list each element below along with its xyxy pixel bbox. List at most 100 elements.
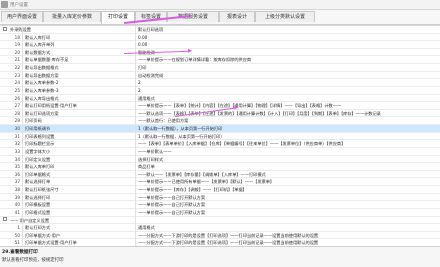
setting-value[interactable]: ——默认选项——【表格】【表单】【在途】【发票的】【通用计算计数】【计入】【打印… xyxy=(138,110,438,118)
setting-name: 默认入库单参数-3 xyxy=(25,87,59,93)
setting-value[interactable]: 通用格式 xyxy=(138,95,438,103)
setting-value[interactable]: 2 xyxy=(138,79,438,87)
setting-number: 23 xyxy=(14,72,20,78)
tab-batch-pricing[interactable]: 批量入库定价参数 xyxy=(43,11,101,22)
setting-row[interactable]: 23 默认导出数据方案 自动检测完成 xyxy=(0,72,440,80)
tab-parent-category-defaults[interactable]: 上级分类默认设置 xyxy=(255,11,315,22)
setting-row[interactable]: 19 默认入库开单列 0.00 xyxy=(0,41,440,49)
app-icon xyxy=(1,1,8,8)
setting-row[interactable]: 21 默认单据数量-库存不足 ——单价提示——在规划订单详情详看：按库存扣除的供应商 xyxy=(0,56,440,65)
setting-name: 打印单据格式 xyxy=(25,171,51,177)
setting-value[interactable]: ——单价提示——自己打开默认方案 xyxy=(138,201,438,209)
setting-number: 21 xyxy=(14,57,20,63)
setting-value[interactable]: ——单价提示——【库存】【调拨】——【打印机】【单据】 xyxy=(138,186,438,194)
setting-value[interactable]: 1（默认取一行数据），从本页第一行开始打印 xyxy=(138,125,438,133)
group-header-row[interactable]: 外采购设置 默认打印选项 xyxy=(0,26,440,34)
setting-row[interactable]: 24 默认入库单参数-2 2 xyxy=(0,79,440,87)
setting-number: 41 xyxy=(14,209,20,215)
setting-name: 默认打印方式 xyxy=(25,225,51,231)
setting-name: 打印格式设置 xyxy=(25,209,51,215)
column-separator xyxy=(135,25,136,246)
group-header-row[interactable]: —— 用户自定义设置 xyxy=(0,216,440,225)
setting-number: 29 xyxy=(14,118,20,124)
description-panel: 29.查看数据打印 默认查看打印预览，按规定打印 xyxy=(0,246,440,267)
setting-value[interactable]: ——【表单】【表单单价】【入库单据】【仓库】【单据编号】【往来单位】——【发票单… xyxy=(138,140,438,148)
setting-number: 20 xyxy=(14,49,20,55)
setting-row[interactable]: 1 默认打印方式 通用格式 xyxy=(0,224,440,232)
setting-row[interactable]: 40 打印模板设置 ——单价提示——自己打开默认方案 xyxy=(0,201,440,209)
setting-row[interactable]: 32 打印标题栏显示 ——【表单】【表单单价】【入库单据】【仓库】【单据编号】【往来… xyxy=(0,140,440,148)
setting-row[interactable]: 33 设置字体大小 ——单价默认—— xyxy=(0,148,440,156)
setting-number: 38 xyxy=(14,187,20,193)
setting-name: —— 用户自定义设置 xyxy=(10,217,50,223)
setting-number: 30 xyxy=(14,126,20,132)
setting-number: 35 xyxy=(14,164,20,170)
setting-value[interactable]: 0.00 xyxy=(138,34,438,42)
setting-name: 打印用纸调节 xyxy=(25,126,51,132)
setting-number: 32 xyxy=(14,141,20,147)
setting-value[interactable]: ——默认首行：已使用方案 xyxy=(138,117,438,125)
setting-number: 39 xyxy=(14,194,20,200)
setting-name: 设置字体大小 xyxy=(25,148,51,154)
setting-row[interactable]: 31 打印表格列设置 1（默认取一行数据，从本页第一行开始打印） xyxy=(0,133,440,141)
description-title: 29.查看数据打印 xyxy=(2,250,38,255)
setting-value[interactable]: 0.00 xyxy=(138,41,438,49)
setting-row[interactable]: 37 默认选择打单 ——单价提示——已使用所有单据——【发票单】【默认】——【发票单… xyxy=(0,178,440,187)
description-body: 默认查看打印预览，按规定打印 xyxy=(2,258,64,263)
setting-row[interactable]: 18 默认入库打印 0.00 xyxy=(0,34,440,42)
setting-value[interactable]: 自动检测完成 xyxy=(138,72,438,80)
setting-row[interactable]: 34 打印定义设置 选择打印样式 xyxy=(0,156,440,164)
setting-value[interactable]: 商品打单 xyxy=(138,163,438,171)
setting-number: 19 xyxy=(14,42,20,48)
setting-name: 默认导出数据格式 xyxy=(25,65,59,71)
setting-value[interactable]: ——默认——【发票单】【库存量】【调拨单】【入库单】——打印模式 xyxy=(138,171,438,179)
setting-number: 31 xyxy=(14,133,20,139)
setting-row[interactable]: 39 默认选择打印 ——单价提示——自己打开默认方案 xyxy=(0,194,440,202)
collapse-toggle-icon[interactable] xyxy=(3,26,7,31)
setting-name: 默认打印选项方案 xyxy=(25,110,59,116)
setting-name: 默认单据数量-库存不足 xyxy=(25,57,69,63)
setting-value[interactable]: ——单价提示——【表单】【统计】【内容】【在途】【通用计算】【物理】【详情】——… xyxy=(138,102,438,110)
setting-number: 37 xyxy=(14,179,20,185)
setting-name: 打印表格列设置 xyxy=(25,133,55,139)
setting-value[interactable]: ——单价提示——自己打开默认方案 xyxy=(138,194,438,202)
setting-name: 默认打印纸张尺寸 xyxy=(25,187,59,193)
setting-number: 27 xyxy=(14,103,20,109)
setting-name: 默认打印用纸设置-用户打单 xyxy=(25,103,77,109)
setting-value[interactable]: ——单价提示——自己打开默认方案 xyxy=(138,209,438,217)
setting-value[interactable]: 2 xyxy=(138,87,438,95)
setting-value[interactable]: ——单价默认—— xyxy=(138,148,438,156)
setting-name: 默认入库开单列 xyxy=(25,42,55,48)
setting-row[interactable]: 25 默认入库单参数-3 2 xyxy=(0,87,440,95)
setting-number: 40 xyxy=(14,202,20,208)
setting-name: 打印单据方式-用户 xyxy=(25,232,61,238)
tab-user-interface[interactable]: 用户界面设置 xyxy=(1,11,43,22)
setting-row[interactable]: 38 默认打印纸张尺寸 ——单价提示——【库存】【调拨】——【打印机】【单据】 xyxy=(0,186,440,194)
setting-value[interactable]: 打印 xyxy=(138,64,438,72)
setting-row[interactable]: 26 默认入库导出格式 通用格式 xyxy=(0,95,440,103)
setting-number: 33 xyxy=(14,148,20,154)
setting-row[interactable]: 30 打印用纸调节 1（默认取一行数据），从本页第一行开始打印 xyxy=(0,125,440,133)
setting-row[interactable]: 29 打印页码 ——默认首行：已使用方案 xyxy=(0,117,440,126)
setting-value[interactable]: 1（默认取一行数据，从本页第一行开始打印） xyxy=(138,133,438,141)
tab-report-design[interactable]: 报表设计 xyxy=(219,11,255,22)
setting-row[interactable]: 35 默认入库单打印 商品打单 xyxy=(0,163,440,171)
setting-name: 默认入库单打印 xyxy=(25,164,55,170)
setting-value[interactable]: ——单价提示——已使用所有单据——【发票单】【默认】——【发票单】 xyxy=(138,178,438,186)
setting-row[interactable]: 50 打印单据方式-用户 ——分配方式——下游打印的是设置【打印选项】——打印当前记… xyxy=(0,232,440,240)
setting-value[interactable]: 默认打印选项 xyxy=(138,26,438,34)
setting-number: 24 xyxy=(14,80,20,86)
setting-value[interactable]: ——分配方式——下游打印的是设置【打印选项】——打印当前记录——设置当前使用默认… xyxy=(138,232,438,240)
setting-number: 50 xyxy=(14,232,20,238)
setting-name: 外采购设置 xyxy=(10,27,31,32)
setting-row[interactable]: 41 打印格式设置 ——单价提示——自己打开默认方案 xyxy=(0,209,440,217)
setting-row[interactable]: 36 打印单据格式 ——默认——【发票单】【库存量】【调拨单】【入库单】——打印模式 xyxy=(0,171,440,179)
collapse-toggle-icon[interactable] xyxy=(3,217,7,222)
setting-name: 默认选择打单 xyxy=(25,179,51,185)
setting-value[interactable]: 通用格式 xyxy=(138,224,438,232)
setting-row[interactable]: 22 默认导出数据格式 打印 xyxy=(0,64,440,72)
setting-row[interactable]: 20默认数据方式智能检测 xyxy=(0,49,440,57)
setting-name: 默认导出数据方案 xyxy=(25,72,59,78)
setting-value[interactable]: 选择打印样式 xyxy=(138,156,438,164)
setting-value[interactable]: ——单价提示——在规划订单详情详看：按库存扣除的供应商 xyxy=(138,56,438,64)
